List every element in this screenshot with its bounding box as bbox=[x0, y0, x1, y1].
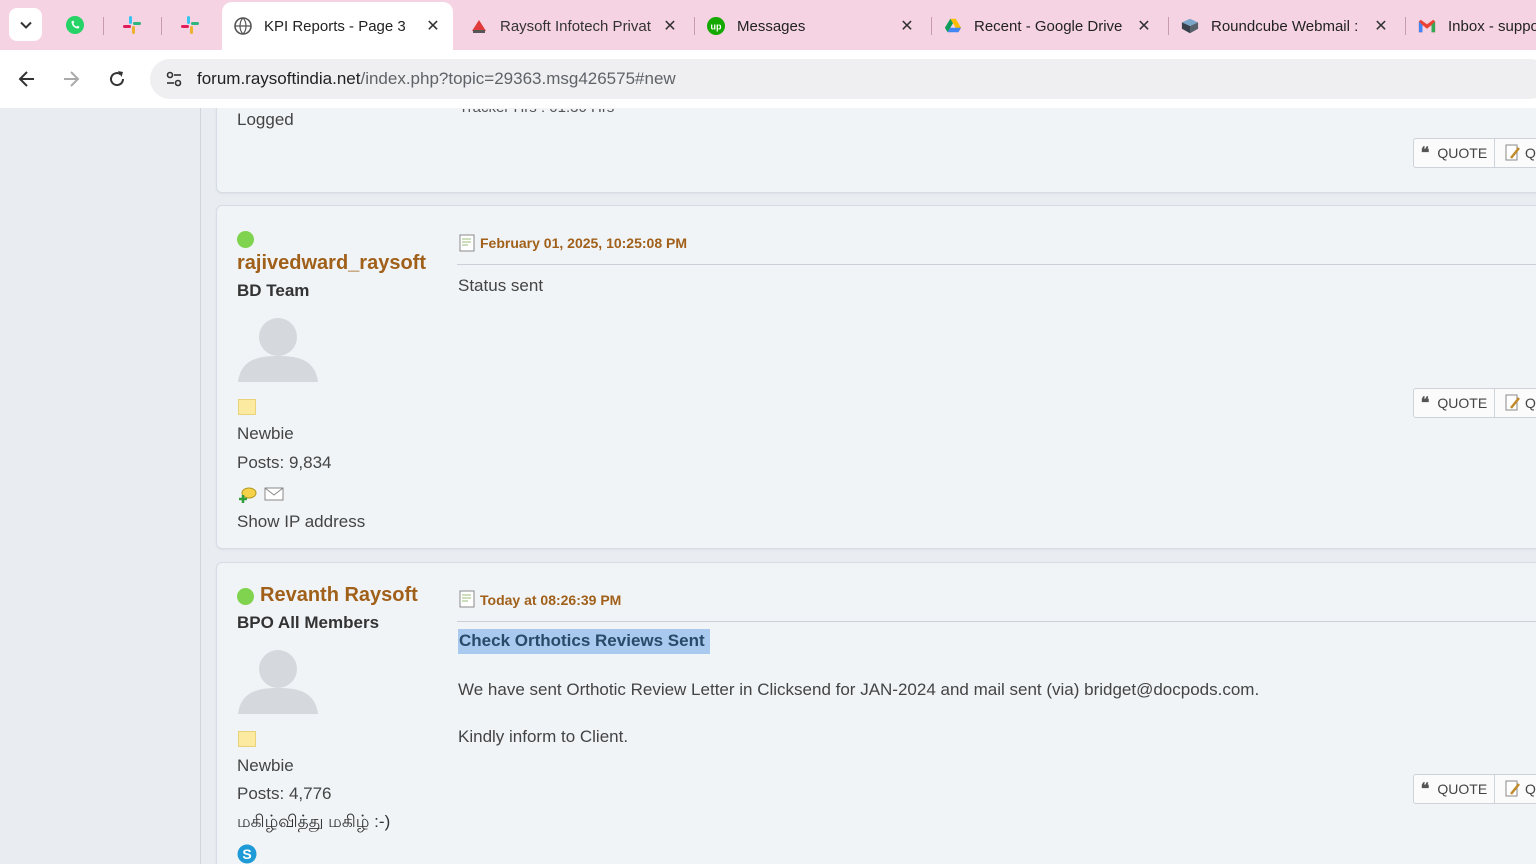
user-signature: மகிழ்வித்து மகிழ் :-) bbox=[237, 812, 391, 831]
forum-post: rajivedward_raysoft BD Team Newbie Posts… bbox=[216, 205, 1536, 549]
forum-page: Logged Tracker Hrs : 01:30 Hrs ❝QUOTE Q … bbox=[0, 108, 1536, 864]
url-text: forum.raysoftindia.net/index.php?topic=2… bbox=[197, 69, 676, 89]
url-domain: forum.raysoftindia.net bbox=[197, 69, 361, 88]
post-body-text: Kindly inform to Client. bbox=[458, 727, 629, 746]
slack-icon bbox=[123, 16, 141, 34]
browser-toolbar: forum.raysoftindia.net/index.php?topic=2… bbox=[0, 50, 1536, 109]
rank-star-icon bbox=[238, 731, 256, 747]
post-count: Posts: 4,776 bbox=[237, 784, 332, 803]
post-date-link[interactable]: Today at 08:26:39 PM bbox=[480, 592, 621, 608]
arrow-right-icon bbox=[64, 71, 80, 87]
reload-icon bbox=[110, 71, 125, 87]
online-status-icon bbox=[237, 588, 254, 605]
email-icon[interactable] bbox=[264, 487, 284, 501]
quote-button[interactable]: ❝ QUOTE bbox=[1413, 388, 1495, 418]
post-subject: Check Orthotics Reviews Sent bbox=[458, 629, 710, 654]
member-rank: Newbie bbox=[237, 756, 294, 775]
sidebar-divider bbox=[200, 108, 201, 864]
whatsapp-icon bbox=[66, 16, 84, 34]
quote-button[interactable]: ❝ QUOTE bbox=[1413, 138, 1495, 168]
quote-icon: ❝ bbox=[1420, 781, 1430, 798]
pinned-tab-whatsapp[interactable] bbox=[60, 10, 90, 40]
member-group: BPO All Members bbox=[237, 613, 380, 632]
arrow-left-icon bbox=[18, 71, 34, 87]
back-button[interactable] bbox=[11, 63, 43, 95]
address-bar[interactable]: forum.raysoftindia.net/index.php?topic=2… bbox=[150, 59, 1536, 99]
post-body-text: We have sent Orthotic Review Letter in C… bbox=[458, 680, 1260, 699]
reload-button[interactable] bbox=[101, 63, 133, 95]
svg-text:S: S bbox=[242, 846, 251, 862]
tab-title: Messages bbox=[737, 17, 806, 35]
google-drive-icon bbox=[944, 17, 962, 35]
document-edit-icon bbox=[1505, 144, 1520, 161]
logged-label: Logged bbox=[237, 110, 294, 129]
chevron-down-icon bbox=[19, 21, 32, 29]
tab-roundcube[interactable]: Roundcube Webmail : ✕ bbox=[1169, 2, 1401, 50]
personal-message-icon[interactable] bbox=[237, 486, 257, 504]
tab-google-drive[interactable]: Recent - Google Drive ✕ bbox=[932, 2, 1164, 50]
quick-edit-button[interactable]: Q bbox=[1494, 138, 1536, 168]
close-icon[interactable]: ✕ bbox=[660, 16, 680, 36]
post-divider bbox=[457, 264, 1536, 265]
forward-button[interactable] bbox=[55, 63, 87, 95]
quick-edit-button[interactable]: Q bbox=[1494, 388, 1536, 418]
url-path: /index.php?topic=29363.msg426575#new bbox=[360, 69, 676, 88]
post-author-link[interactable]: Revanth Raysoft bbox=[260, 584, 418, 607]
slack-icon bbox=[181, 16, 199, 34]
post-divider bbox=[457, 621, 1536, 622]
skype-icon[interactable]: S bbox=[237, 844, 257, 864]
pinned-tab-slack-1[interactable] bbox=[117, 10, 147, 40]
pinned-tab-slack-2[interactable] bbox=[175, 10, 205, 40]
post-document-icon bbox=[459, 590, 475, 608]
tune-icon bbox=[166, 71, 182, 87]
roundcube-icon bbox=[1181, 17, 1199, 35]
close-icon[interactable]: ✕ bbox=[1371, 16, 1391, 36]
close-icon[interactable]: ✕ bbox=[897, 16, 917, 36]
smf-icon bbox=[234, 17, 252, 35]
raysoft-icon bbox=[470, 17, 488, 35]
member-group: BD Team bbox=[237, 281, 310, 300]
post-date-link[interactable]: February 01, 2025, 10:25:08 PM bbox=[480, 235, 687, 251]
tab-strip: KPI Reports - Page 3 ✕ Raysoft Infotech … bbox=[0, 0, 1536, 50]
member-rank: Newbie bbox=[237, 424, 294, 443]
quick-edit-button[interactable]: Q bbox=[1494, 774, 1536, 804]
post-body-text: Status sent bbox=[458, 276, 544, 295]
svg-text:up: up bbox=[711, 22, 722, 32]
show-ip-link[interactable]: Show IP address bbox=[237, 512, 365, 532]
quote-icon: ❝ bbox=[1420, 395, 1430, 412]
document-edit-icon bbox=[1505, 780, 1520, 797]
tab-title: KPI Reports - Page 3 bbox=[264, 17, 406, 35]
tab-title: Recent - Google Drive bbox=[974, 17, 1123, 35]
post-count: Posts: 9,834 bbox=[237, 453, 332, 472]
document-edit-icon bbox=[1505, 394, 1520, 411]
post-body-text: Tracker Hrs : 01:30 Hrs bbox=[459, 109, 614, 116]
tab-kpi-reports[interactable]: KPI Reports - Page 3 ✕ bbox=[222, 2, 453, 50]
tab-raysoft[interactable]: Raysoft Infotech Privat ✕ bbox=[458, 2, 690, 50]
gmail-icon bbox=[1418, 17, 1436, 35]
tab-search-button[interactable] bbox=[9, 8, 42, 41]
post-author-link[interactable]: rajivedward_raysoft bbox=[237, 252, 426, 275]
close-icon[interactable]: ✕ bbox=[423, 16, 443, 36]
tab-gmail[interactable]: Inbox - suppo bbox=[1406, 2, 1536, 50]
rank-star-icon bbox=[238, 399, 256, 415]
quote-button[interactable]: ❝ QUOTE bbox=[1413, 774, 1495, 804]
tab-title: Roundcube Webmail : bbox=[1211, 17, 1359, 35]
upwork-icon: up bbox=[707, 17, 725, 35]
avatar[interactable] bbox=[237, 646, 319, 714]
tab-title: Raysoft Infotech Privat bbox=[500, 17, 651, 35]
post-document-icon bbox=[459, 234, 475, 252]
forum-post: Revanth Raysoft BPO All Members Newbie P… bbox=[216, 562, 1536, 864]
avatar[interactable] bbox=[237, 314, 319, 382]
quote-icon: ❝ bbox=[1420, 145, 1430, 162]
tab-title: Inbox - suppo bbox=[1448, 17, 1536, 35]
forum-post-previous: Logged Tracker Hrs : 01:30 Hrs ❝QUOTE Q bbox=[216, 108, 1536, 193]
tab-messages[interactable]: up Messages ✕ bbox=[695, 2, 927, 50]
site-info-button[interactable] bbox=[158, 63, 190, 95]
close-icon[interactable]: ✕ bbox=[1134, 16, 1154, 36]
online-status-icon bbox=[237, 231, 254, 248]
